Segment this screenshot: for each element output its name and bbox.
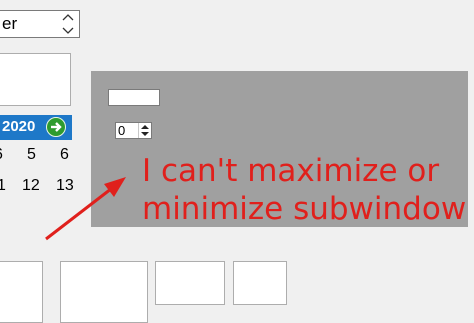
- calendar-day[interactable]: 1: [0, 177, 6, 195]
- left-text-panel[interactable]: [0, 53, 71, 106]
- subwindow-text-field[interactable]: [108, 89, 160, 106]
- bottom-panel[interactable]: [0, 261, 43, 323]
- subwindow-spinbox-value: 0: [118, 123, 126, 138]
- bottom-panel[interactable]: [60, 261, 148, 323]
- annotation-arrow-icon: [45, 177, 126, 241]
- annotation-line-2: minimize subwindow: [142, 191, 467, 227]
- annotation-line-1: I can't maximize or: [142, 153, 440, 189]
- calendar-day[interactable]: 5: [27, 146, 36, 164]
- calendar-year: 2020: [2, 118, 36, 135]
- top-spin-field-value: er: [2, 14, 18, 33]
- calendar-day[interactable]: 6: [0, 146, 3, 164]
- bottom-panel[interactable]: [155, 261, 225, 305]
- bottom-panel[interactable]: [233, 261, 287, 305]
- up-down-arrows-icon[interactable]: [138, 123, 151, 138]
- spin-down-icon[interactable]: [58, 24, 78, 37]
- calendar-day[interactable]: 6: [60, 146, 69, 164]
- calendar-next-icon[interactable]: [46, 117, 66, 137]
- spin-up-icon[interactable]: [58, 11, 78, 24]
- calendar-day[interactable]: 12: [22, 177, 40, 195]
